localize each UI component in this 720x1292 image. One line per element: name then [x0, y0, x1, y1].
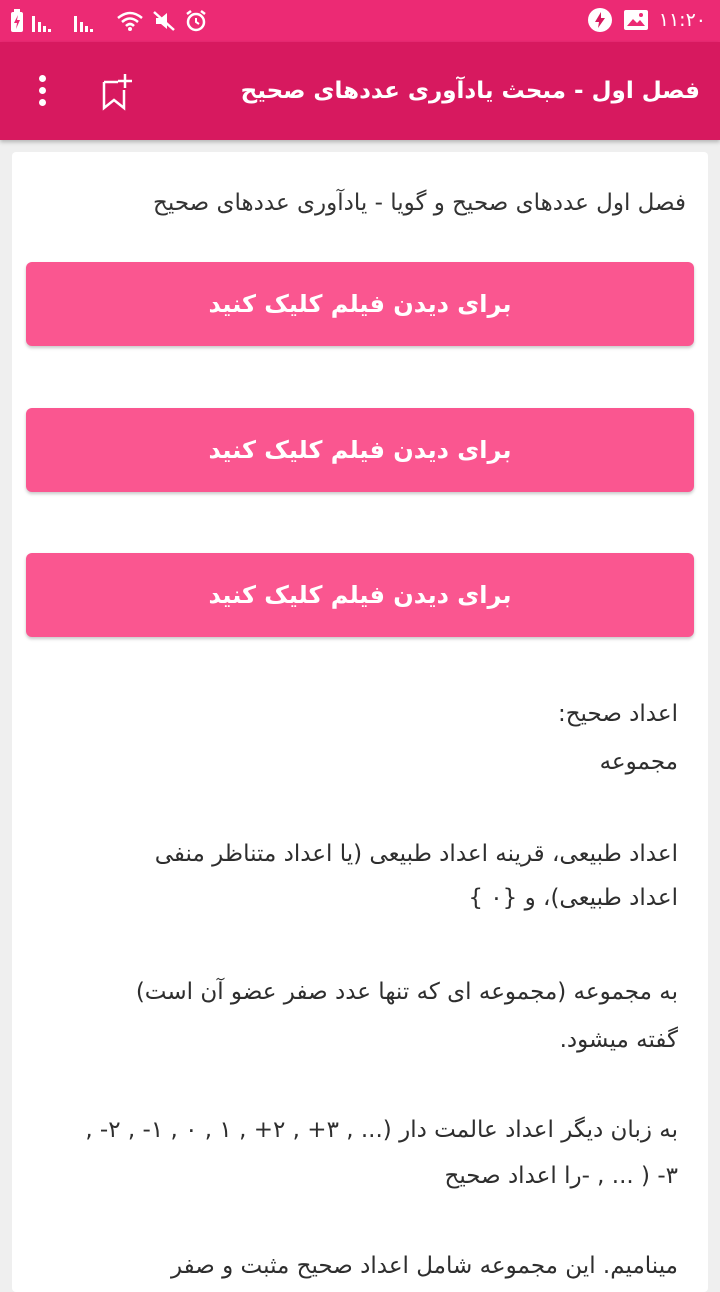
mute-icon — [152, 10, 176, 32]
text-line: به مجموعه (مجموعه ای که تنها عدد صفر عضو… — [135, 979, 678, 1005]
watch-video-button-2[interactable]: برای دیدن فیلم کلیک کنید — [26, 408, 694, 492]
alarm-icon — [184, 10, 208, 32]
menu-dot-icon — [38, 99, 46, 106]
notification-bolt-icon — [587, 7, 613, 33]
app-bar: فصل اول - مبحث یادآوری عددهای صحیح — [0, 42, 720, 140]
app-bar-title: فصل اول - مبحث یادآوری عددهای صحیح — [240, 78, 700, 104]
menu-dot-icon — [38, 75, 46, 82]
content-card: فصل اول عددهای صحیح و گویا - یادآوری عدد… — [12, 152, 708, 1292]
section-heading-integers: اعداد صحیح: — [557, 701, 678, 727]
add-bookmark-button[interactable] — [98, 72, 134, 112]
add-bookmark-icon — [98, 74, 134, 116]
watch-video-button-3[interactable]: برای دیدن فیلم کلیک کنید — [26, 553, 694, 637]
text-line: گفته میشود. — [559, 1027, 678, 1053]
menu-dot-icon — [38, 87, 46, 94]
text-line: مجموعه — [599, 749, 678, 775]
text-line: به زبان دیگر اعداد عالمت دار (... , ۳+ ,… — [85, 1117, 678, 1143]
image-icon — [623, 9, 649, 31]
signal-icon-2 — [74, 10, 108, 32]
overflow-menu-button[interactable] — [24, 70, 60, 114]
text-line: اعداد طبیعی، قرینه اعداد طبیعی (یا اعداد… — [154, 841, 678, 867]
wifi-icon — [116, 10, 144, 32]
lesson-heading: فصل اول عددهای صحیح و گویا - یادآوری عدد… — [153, 190, 686, 216]
text-line: اعداد طبیعی)، و {۰ } — [468, 885, 678, 911]
status-clock: ۱۱:۲۰ — [658, 9, 706, 31]
text-line: ۳- ( ... , -را اعداد صحیح — [444, 1163, 678, 1189]
status-bar: ۱۱:۲۰ — [0, 0, 720, 42]
watch-video-button-1[interactable]: برای دیدن فیلم کلیک کنید — [26, 262, 694, 346]
battery-charging-icon — [10, 9, 24, 33]
signal-icon — [32, 10, 66, 32]
text-line: مینامیم. این مجموعه شامل اعداد صحیح مثبت… — [170, 1253, 678, 1279]
